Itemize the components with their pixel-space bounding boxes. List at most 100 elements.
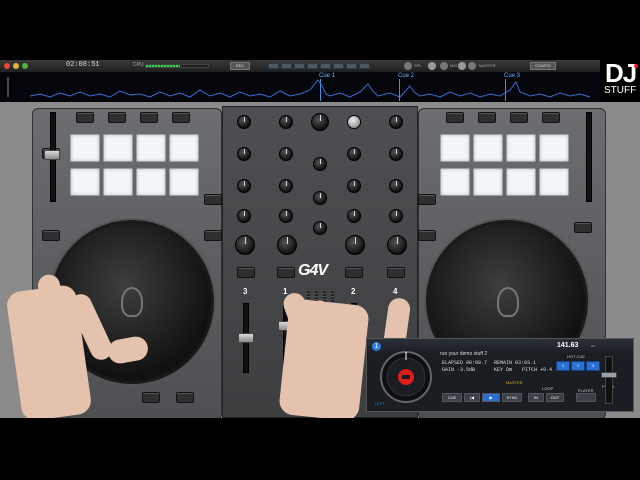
right-keylock-button [418, 230, 436, 241]
left-pad-6 [103, 168, 133, 196]
ch2-high-knob [347, 147, 361, 161]
left-pad-mode-button-2 [108, 112, 126, 123]
cpu-meter-fill [146, 65, 181, 67]
headphone-volume-knob [313, 191, 327, 205]
hot-cue-1-button[interactable]: 1 [556, 361, 570, 371]
layout-button-4[interactable] [307, 63, 318, 69]
player-options-button[interactable] [576, 393, 596, 402]
ch3-high-knob [237, 147, 251, 161]
hot-cue-3-button[interactable]: 3 [586, 361, 600, 371]
channel-number-3: 3 [243, 287, 248, 296]
mix-knob[interactable] [440, 62, 448, 70]
layout-button-1[interactable] [268, 63, 279, 69]
remain-time: REMAIN 03:03.1 [494, 360, 537, 366]
layout-button-2[interactable] [281, 63, 292, 69]
cue-line-3 [505, 79, 506, 101]
ch3-mid-knob [237, 179, 251, 193]
config-button[interactable]: CONFIG [530, 62, 556, 70]
pitch-readout: PITCH +0.4 [522, 367, 553, 373]
close-window-button[interactable] [4, 63, 10, 69]
headphones-icon[interactable] [428, 62, 436, 70]
mix-label: MIX [450, 63, 458, 68]
ch2-low-knob [347, 209, 361, 223]
cue-line-2 [399, 79, 400, 101]
layout-button-7[interactable] [346, 63, 357, 69]
split-volume-knob[interactable] [404, 62, 412, 70]
minimize-window-button[interactable] [13, 63, 19, 69]
cpu-label: CPU [133, 62, 144, 68]
bpm-display: 141.63 [557, 342, 579, 349]
pitch-slider-track[interactable] [605, 356, 613, 404]
software-topbar: 02:08:51 CPU REC SPL MIX MASTER CONFIG [0, 60, 600, 72]
right-jog-logo [497, 287, 519, 317]
virtual-platter[interactable] [370, 350, 442, 404]
cue-button[interactable]: CUE [442, 393, 462, 402]
screenshot: 02:08:51 CPU REC SPL MIX MASTER CONFIG C… [0, 0, 640, 480]
elapsed-time: ELAPSED 00:00.7 [442, 360, 488, 366]
left-vinyl-button [42, 230, 60, 241]
channel-number-2: 2 [351, 287, 356, 296]
ch3-gain-knob [237, 115, 251, 129]
loop-out-button[interactable]: OUT [546, 393, 564, 402]
ch2-filter-knob [345, 235, 365, 255]
split-label: SPL [414, 63, 422, 68]
left-pad-1 [70, 134, 100, 162]
maximize-window-button[interactable] [22, 63, 28, 69]
record-button[interactable]: REC [230, 62, 250, 70]
previous-button[interactable]: |◀ [464, 393, 480, 402]
right-pad-5 [440, 168, 470, 196]
play-button[interactable]: ▶ [482, 393, 500, 402]
ch3-low-knob [237, 209, 251, 223]
left-pad-2 [103, 134, 133, 162]
hot-cue-label: HOT CUE [567, 354, 585, 359]
loop-label: LOOP [542, 386, 554, 391]
right-sync-button [418, 194, 436, 205]
key-readout: KEY Dm [494, 367, 513, 373]
right-pad-mode-button-4 [542, 112, 560, 123]
layout-button-5[interactable] [320, 63, 331, 69]
left-pad-4 [169, 134, 199, 162]
left-pitch-fader [44, 150, 60, 160]
layout-button-8[interactable] [359, 63, 370, 69]
ch4-high-knob [389, 147, 403, 161]
logo-accent-dot [634, 64, 638, 68]
ch1-high-knob [279, 147, 293, 161]
logo-stuff-text: STUFF [604, 85, 637, 96]
cue-marker-1[interactable]: Cue 1 [319, 73, 335, 79]
waveform-overview[interactable]: Cue 1 Cue 2 Cue 3 [0, 72, 600, 102]
left-pad-3 [136, 134, 166, 162]
right-pad-3 [506, 134, 536, 162]
right-pad-4 [539, 134, 569, 162]
dj-stuff-logo: DJ STUFF [602, 58, 640, 100]
controller-brand-logo: G4V [298, 262, 328, 279]
left-pad-mode-button-3 [140, 112, 158, 123]
ch1-filter-knob [277, 235, 297, 255]
left-cue-button [142, 392, 160, 403]
left-pad-8 [169, 168, 199, 196]
speaker-icon[interactable] [458, 62, 466, 70]
right-pad-6 [473, 168, 503, 196]
gain-readout: GAIN -3.5dB [442, 367, 476, 373]
left-pad-mode-button-1 [76, 112, 94, 123]
deck-battery-icon: ▭ [591, 343, 595, 348]
right-pitch-fader-track [586, 112, 592, 202]
left-pad-7 [136, 168, 166, 196]
cue-marker-2[interactable]: Cue 2 [398, 73, 414, 79]
ch3-fader [238, 333, 254, 343]
master-label: MASTER [479, 63, 496, 68]
hot-cue-2-button[interactable]: 2 [571, 361, 585, 371]
mic-volume-knob [313, 221, 327, 235]
loop-in-button[interactable]: IN [528, 393, 544, 402]
ch3-filter-knob [235, 235, 255, 255]
layout-button-3[interactable] [294, 63, 305, 69]
ch4-mid-knob [389, 179, 403, 193]
pitch-slider-handle[interactable] [601, 372, 617, 378]
master-volume-knob[interactable] [468, 62, 476, 70]
ch2-cue-button [345, 267, 363, 278]
layout-button-6[interactable] [333, 63, 344, 69]
cpu-meter [145, 64, 209, 68]
ch1-mid-knob [279, 179, 293, 193]
cue-marker-3[interactable]: Cue 3 [504, 73, 520, 79]
ch4-low-knob [389, 209, 403, 223]
sync-button[interactable]: SYNC [502, 393, 522, 402]
